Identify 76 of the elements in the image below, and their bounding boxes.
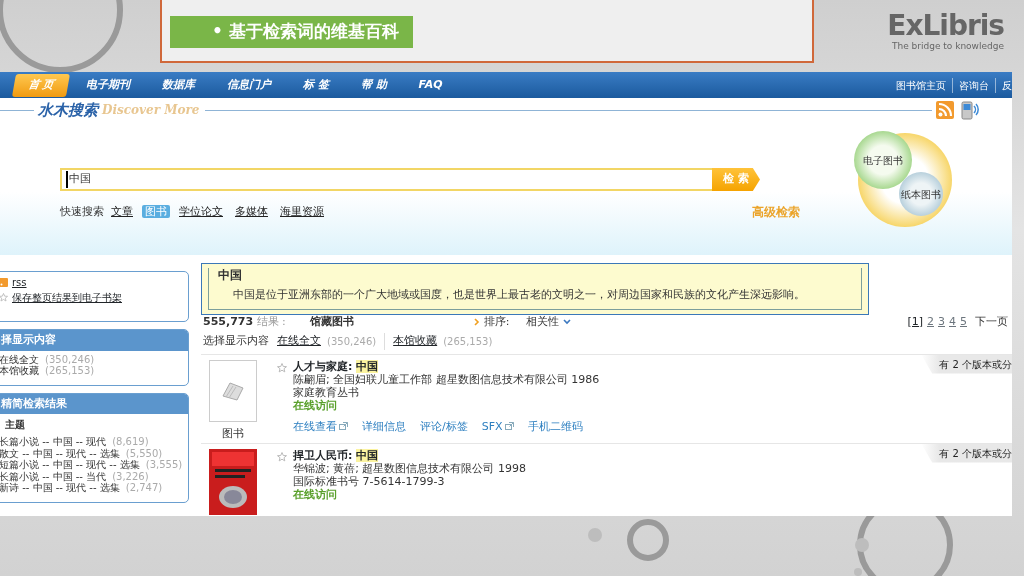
mobile-phone-icon[interactable] bbox=[960, 100, 980, 120]
sidebar-action-link[interactable]: rss bbox=[12, 275, 27, 290]
facet-count: (265,153) bbox=[45, 365, 95, 377]
sort-control[interactable]: 排序: 相关性 bbox=[473, 313, 571, 331]
page-link[interactable]: 5 bbox=[960, 313, 967, 331]
next-page-link[interactable]: 下一页 bbox=[975, 313, 1008, 331]
sidebar-action-link[interactable]: 保存整页结果到电子书架 bbox=[12, 290, 122, 305]
thumbnail-caption: 图书 bbox=[222, 425, 244, 442]
star-icon[interactable] bbox=[277, 451, 287, 462]
facet-group-title: 主题 bbox=[4, 418, 26, 432]
facet-count: (2,747) bbox=[125, 482, 163, 494]
panel-header: 择显示内容 bbox=[0, 330, 188, 351]
quick-search-option[interactable]: 海里资源 bbox=[277, 204, 327, 218]
chevron-right-icon bbox=[473, 318, 480, 326]
nav-tab[interactable]: 数据库 bbox=[147, 73, 209, 97]
wiki-text: 中国是位于亚洲东部的一个广大地域或国度，也是世界上最古老的文明之一，对周边国家和民族的文化产生深远影响。 bbox=[233, 286, 806, 303]
result-link[interactable]: 在线查看 bbox=[293, 419, 348, 433]
result-detail: 华锦波; 黄蓓; 超星数图信息技术有限公司 1998 bbox=[293, 461, 526, 475]
book-icon bbox=[220, 379, 246, 402]
result-link[interactable]: 评论/标签 bbox=[420, 419, 468, 433]
logo: ExLibris The bridge to knowledge bbox=[887, 12, 1004, 53]
facet-count: (350,246) bbox=[45, 353, 95, 365]
nav-link[interactable]: 咨询台 bbox=[952, 77, 989, 93]
panel-header: 精简检索结果 bbox=[0, 393, 188, 414]
result-title[interactable]: 捍卫人民币: 中国 bbox=[293, 448, 526, 462]
facet-count: (3,555) bbox=[145, 459, 183, 471]
nav-link[interactable]: 反 bbox=[995, 77, 1012, 93]
facet-link[interactable]: 短篇小说 -- 中国 -- 现代 -- 选集 bbox=[0, 459, 140, 471]
facet-link[interactable]: 长篇小说 -- 中国 -- 现代 bbox=[0, 436, 107, 448]
facet-count: (5,550) bbox=[125, 447, 163, 459]
external-link-icon bbox=[339, 422, 348, 430]
quick-search-option[interactable]: 多媒体 bbox=[232, 204, 271, 218]
facet-count: (3,226) bbox=[112, 470, 149, 482]
nav-link[interactable]: 图书馆主页 bbox=[896, 77, 946, 93]
result-title[interactable]: 人才与家庭: 中国 bbox=[293, 359, 600, 373]
versions-tag[interactable]: 有 2 个版本或分 bbox=[921, 354, 1012, 374]
result-scope: 馆藏图书 bbox=[309, 313, 354, 330]
result-detail: 国际标准书号 7-5614-1799-3 bbox=[293, 474, 446, 488]
star-icon bbox=[0, 293, 8, 302]
result-link[interactable]: SFX bbox=[481, 419, 514, 433]
chevron-down-icon bbox=[562, 319, 571, 325]
nav-tab[interactable]: 信息门户 bbox=[212, 73, 285, 97]
nav-tab[interactable]: 帮 助 bbox=[346, 73, 401, 97]
nav-tab[interactable]: 电子期刊 bbox=[71, 73, 144, 97]
versions-tag[interactable]: 有 2 个版本或分 bbox=[921, 443, 1012, 463]
result-link[interactable]: 详细信息 bbox=[362, 419, 406, 433]
rss-icon[interactable] bbox=[936, 101, 954, 119]
facet-count: (8,619) bbox=[112, 436, 149, 448]
filter-link[interactable]: 在线全文 bbox=[277, 333, 321, 350]
nav-tab[interactable]: 标 签 bbox=[288, 73, 343, 97]
filter-count: (350,246) bbox=[327, 334, 377, 349]
filter-label: 选择显示内容 bbox=[203, 333, 269, 349]
quick-search-option[interactable]: 文章 bbox=[108, 204, 136, 218]
site-slogan: Discover More bbox=[102, 102, 200, 119]
page-link[interactable]: 4 bbox=[949, 313, 956, 331]
page-link[interactable]: 2 bbox=[927, 313, 934, 331]
nav-tab[interactable]: FAQ bbox=[404, 73, 457, 97]
filter-count: (265,153) bbox=[443, 334, 493, 349]
online-access-label: 在线访问 bbox=[293, 398, 337, 412]
external-link-icon bbox=[504, 422, 514, 430]
site-logo: 水木搜索 bbox=[38, 99, 98, 121]
result-detail: 家庭教育丛书 bbox=[293, 385, 360, 399]
page-link[interactable]: 3 bbox=[938, 313, 945, 331]
online-access-label: 在线访问 bbox=[293, 487, 337, 501]
result-count: 555,773 结果 : bbox=[203, 313, 286, 330]
quick-search-label: 快速搜索 bbox=[60, 203, 104, 220]
facet-link[interactable]: 长篇小说 -- 中国 -- 当代 bbox=[0, 470, 107, 482]
result-link[interactable]: 手机二维码 bbox=[527, 419, 583, 433]
quick-search-option[interactable]: 学位论文 bbox=[176, 204, 226, 218]
filter-link[interactable]: 本馆收藏 bbox=[393, 333, 438, 350]
page-link[interactable]: [1] bbox=[907, 313, 923, 331]
star-icon[interactable] bbox=[277, 362, 287, 373]
search-field[interactable]: 中国 bbox=[60, 168, 712, 191]
slide-title: • 基于检索词的维基百科 bbox=[170, 16, 413, 48]
result-detail: 陈翩眉; 全国妇联儿童工作部 超星数图信息技术有限公司 1986 bbox=[293, 372, 600, 386]
facet-link[interactable]: 新诗 -- 中国 -- 现代 -- 选集 bbox=[0, 482, 120, 494]
